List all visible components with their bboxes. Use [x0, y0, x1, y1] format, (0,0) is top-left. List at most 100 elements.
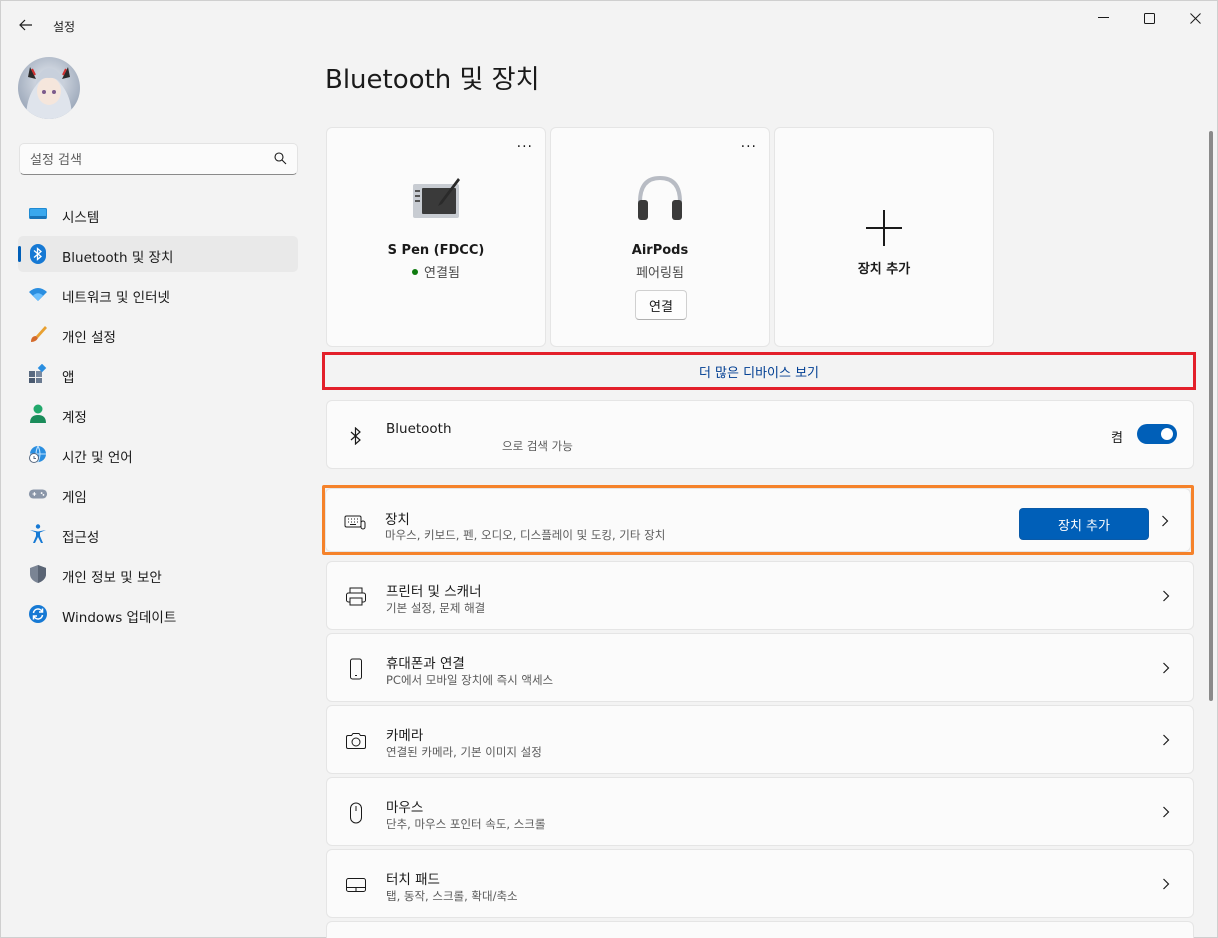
- toggle-state-label: 켬: [1111, 431, 1123, 446]
- back-arrow-icon: [19, 19, 32, 31]
- more-options-icon[interactable]: ···: [741, 140, 757, 154]
- brush-icon: [28, 324, 48, 344]
- sidebar-item-label: 시스템: [62, 210, 100, 226]
- sidebar-nav: 시스템 Bluetooth 및 장치 네트워크 및 인터넷 개인 설정 앱 계정…: [18, 196, 298, 636]
- touchpad-row[interactable]: 터치 패드 탭, 동작, 스크롤, 확대/축소: [326, 849, 1194, 918]
- sidebar-item-label: 시간 및 언어: [62, 450, 133, 466]
- phone-icon: [345, 658, 367, 680]
- chevron-right-icon: [1159, 732, 1173, 748]
- bluetooth-icon: [28, 244, 48, 264]
- sidebar-item-label: 계정: [62, 410, 87, 426]
- mouse-row[interactable]: 마우스 단추, 마우스 포인터 속도, 스크롤: [326, 777, 1194, 846]
- sidebar-item-label: 앱: [62, 370, 75, 386]
- printers-row[interactable]: 프린터 및 스캐너 기본 설정, 문제 해결: [326, 561, 1194, 630]
- page-title: Bluetooth 및 장치: [325, 65, 540, 95]
- bluetooth-toggle[interactable]: [1137, 424, 1177, 444]
- device-status: 페어링됨: [636, 266, 684, 281]
- add-device-label: 장치 추가: [857, 262, 911, 277]
- chevron-right-icon: [1159, 588, 1173, 604]
- pen-tablet-icon: [406, 168, 466, 228]
- wifi-icon: [28, 284, 48, 304]
- chevron-right-icon: [1159, 876, 1173, 892]
- row-title: 터치 패드: [386, 872, 440, 888]
- sidebar-item-network[interactable]: 네트워크 및 인터넷: [18, 276, 298, 312]
- sidebar-item-accounts[interactable]: 계정: [18, 396, 298, 432]
- more-devices-link[interactable]: 더 많은 디바이스 보기: [699, 362, 819, 381]
- plus-icon: [854, 198, 914, 258]
- sidebar-item-label: 개인 설정: [62, 330, 116, 346]
- globe-clock-icon: [28, 444, 48, 464]
- chevron-right-icon: [1158, 513, 1172, 529]
- sidebar-item-privacy[interactable]: 개인 정보 및 보안: [18, 556, 298, 592]
- row-title: 장치: [385, 512, 410, 528]
- device-status-text: 연결됨: [424, 266, 460, 281]
- search-icon: [274, 152, 287, 165]
- close-button[interactable]: [1172, 1, 1218, 35]
- device-name: AirPods: [631, 243, 689, 258]
- phone-link-row[interactable]: 휴대폰과 연결 PC에서 모바일 장치에 즉시 액세스: [326, 633, 1194, 702]
- shield-icon: [28, 564, 48, 584]
- sidebar-item-time-language[interactable]: 시간 및 언어: [18, 436, 298, 472]
- keyboard-icon: [344, 511, 366, 533]
- bluetooth-toggle-row: Bluetooth 으로 검색 가능 켬: [326, 400, 1194, 469]
- minimize-button[interactable]: [1080, 1, 1126, 35]
- row-title: 마우스: [386, 800, 424, 816]
- sidebar-item-personalization[interactable]: 개인 설정: [18, 316, 298, 352]
- connect-button[interactable]: 연결: [635, 290, 687, 320]
- close-icon: [1189, 12, 1201, 24]
- avatar[interactable]: [18, 57, 80, 119]
- add-device-card[interactable]: 장치 추가: [774, 127, 994, 347]
- row-subtitle: PC에서 모바일 장치에 즉시 액세스: [386, 673, 554, 687]
- apps-icon: [28, 364, 48, 384]
- title-bar: 설정: [1, 1, 1217, 41]
- sidebar-item-label: 네트워크 및 인터넷: [62, 290, 170, 306]
- scrollbar[interactable]: [1209, 131, 1213, 701]
- bluetooth-icon: [345, 425, 367, 447]
- sidebar-item-label: Windows 업데이트: [62, 610, 177, 626]
- touchpad-icon: [345, 874, 367, 896]
- more-devices-highlight: 더 많은 디바이스 보기: [322, 352, 1196, 390]
- sidebar-item-gaming[interactable]: 게임: [18, 476, 298, 512]
- app-title: 설정: [53, 20, 76, 34]
- mouse-icon: [345, 802, 367, 824]
- toggle-knob: [1161, 428, 1173, 440]
- chevron-right-icon: [1159, 660, 1173, 676]
- row-subtitle: 마우스, 키보드, 펜, 오디오, 디스플레이 및 도킹, 기타 장치: [385, 528, 666, 542]
- avatar-image-icon: [18, 57, 80, 119]
- devices-row[interactable]: 장치 마우스, 키보드, 펜, 오디오, 디스플레이 및 도킹, 기타 장치 장…: [325, 488, 1191, 552]
- gamepad-icon: [28, 484, 48, 504]
- row-subtitle: 기본 설정, 문제 해결: [386, 601, 486, 615]
- printer-icon: [345, 586, 367, 608]
- sidebar-item-label: Bluetooth 및 장치: [62, 250, 174, 266]
- sidebar-item-label: 접근성: [62, 530, 100, 546]
- row-subtitle: 으로 검색 가능: [502, 439, 573, 453]
- next-row-partial[interactable]: [326, 921, 1194, 938]
- sidebar-item-apps[interactable]: 앱: [18, 356, 298, 392]
- back-button[interactable]: [11, 11, 41, 39]
- row-subtitle: 단추, 마우스 포인터 속도, 스크롤: [386, 817, 546, 831]
- connected-dot-icon: [412, 269, 419, 275]
- search-box[interactable]: [19, 143, 298, 175]
- search-input[interactable]: [30, 150, 270, 170]
- camera-icon: [345, 730, 367, 752]
- sidebar-item-label: 게임: [62, 490, 87, 506]
- device-card-airpods[interactable]: ··· AirPods 페어링됨 연결: [550, 127, 770, 347]
- device-status: 연결됨: [327, 262, 545, 281]
- sidebar-item-accessibility[interactable]: 접근성: [18, 516, 298, 552]
- more-options-icon[interactable]: ···: [517, 140, 533, 154]
- settings-window: 설정 시스템: [0, 0, 1218, 938]
- maximize-button[interactable]: [1126, 1, 1172, 35]
- row-title: 카메라: [386, 728, 424, 744]
- sidebar-item-system[interactable]: 시스템: [18, 196, 298, 232]
- maximize-icon: [1143, 12, 1155, 24]
- row-subtitle: 연결된 카메라, 기본 이미지 설정: [386, 745, 542, 759]
- camera-row[interactable]: 카메라 연결된 카메라, 기본 이미지 설정: [326, 705, 1194, 774]
- minimize-icon: [1097, 17, 1109, 18]
- accessibility-icon: [28, 524, 48, 544]
- sidebar-item-bluetooth[interactable]: Bluetooth 및 장치: [18, 236, 298, 272]
- row-title: 프린터 및 스캐너: [386, 584, 482, 600]
- sidebar-item-windows-update[interactable]: Windows 업데이트: [18, 596, 298, 632]
- device-card-spen[interactable]: ··· S Pen (FDCC) 연결됨: [326, 127, 546, 347]
- update-icon: [28, 604, 48, 624]
- add-device-button[interactable]: 장치 추가: [1019, 508, 1149, 540]
